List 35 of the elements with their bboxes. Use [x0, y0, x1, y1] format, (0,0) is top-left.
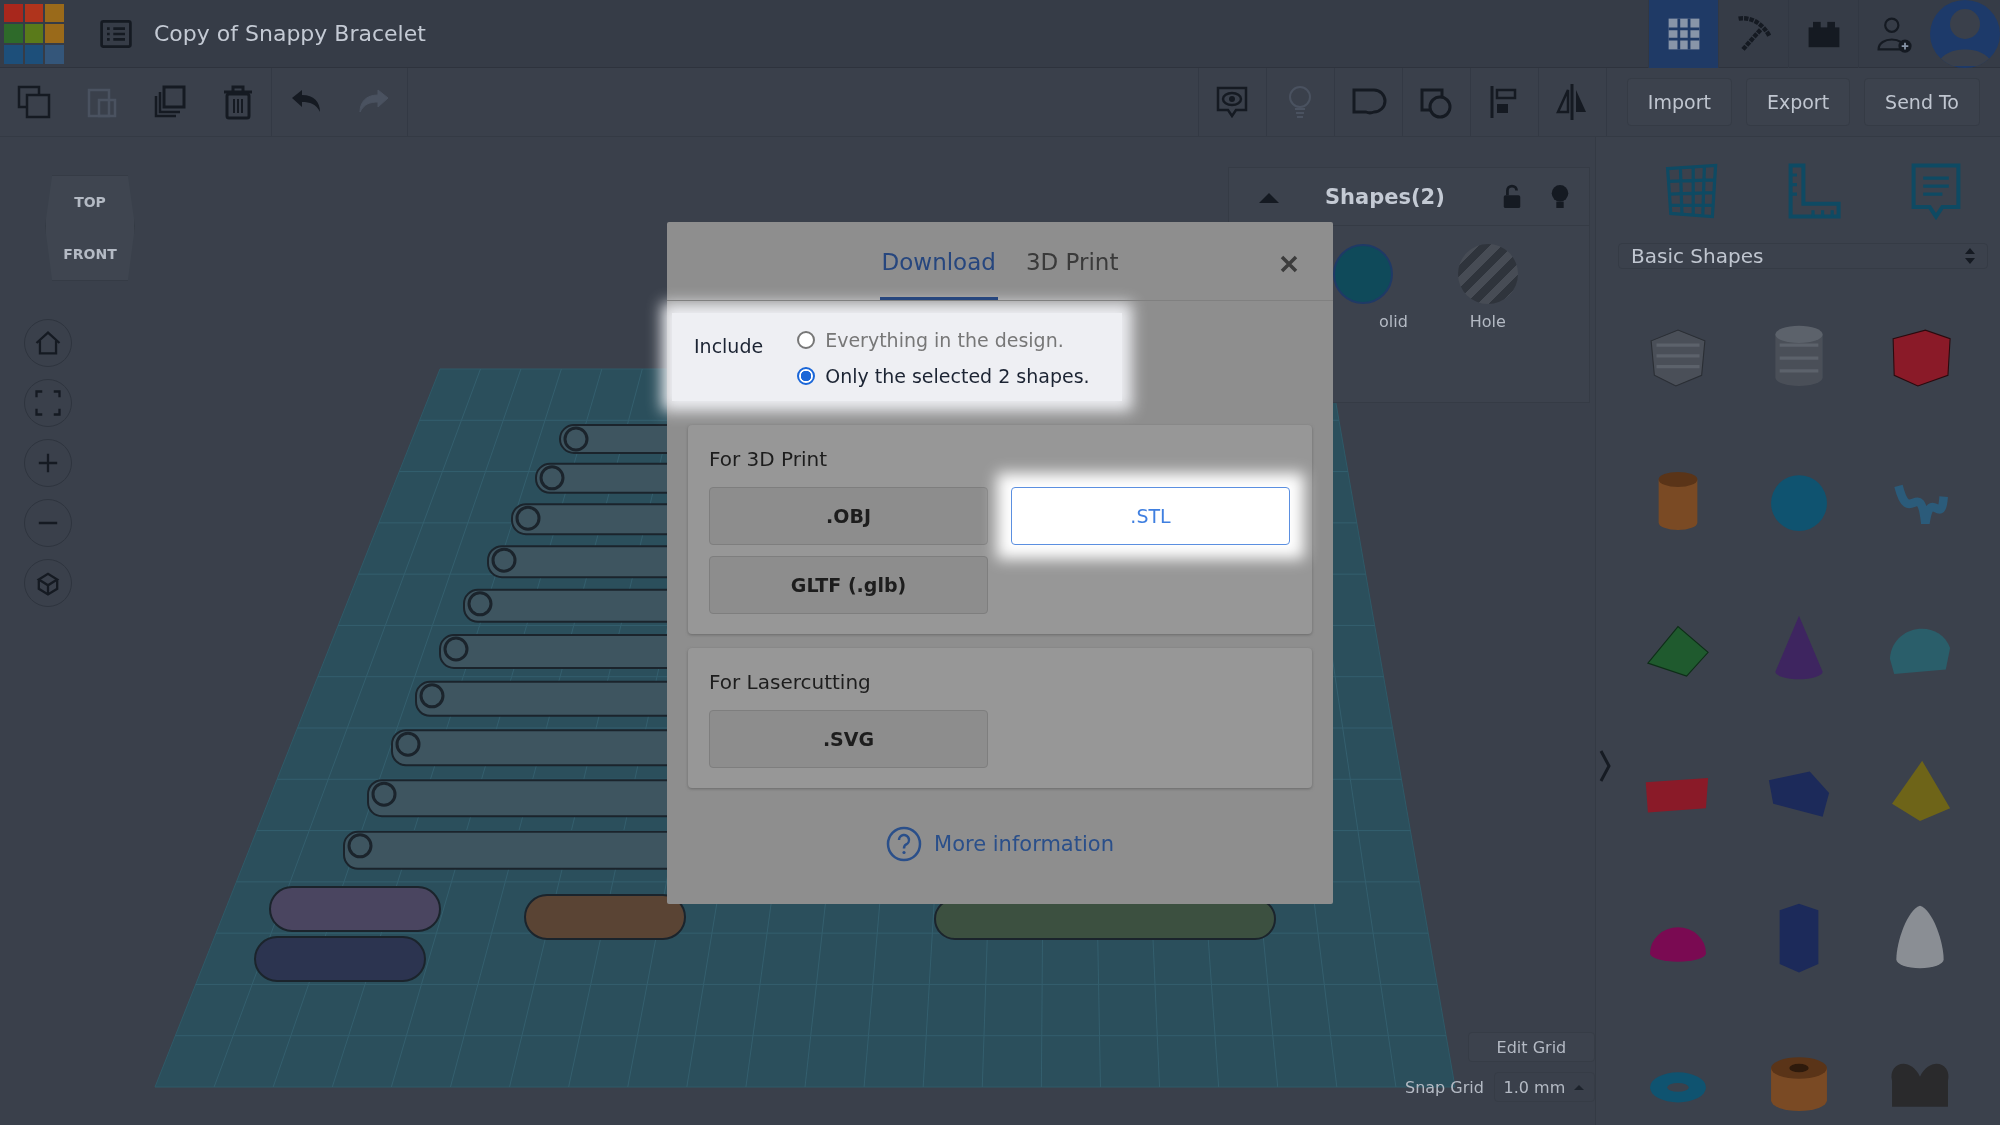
view-cube-front-label: FRONT	[63, 246, 117, 262]
format-button[interactable]: .STL	[1011, 487, 1290, 545]
option-label: Hole	[1469, 312, 1506, 331]
format-button[interactable]: .SVG	[709, 710, 988, 768]
option-label: olid	[1379, 312, 1408, 331]
panel-title: Shapes(2)	[1325, 184, 1445, 209]
section-title: For Lasercutting	[709, 670, 872, 694]
edit-grid-button[interactable]: Edit Grid	[1467, 1032, 1595, 1062]
include-label: Include	[694, 334, 764, 359]
option-label[interactable]: Only the selected 2 shapes.	[825, 365, 1090, 387]
view-cube[interactable]: TOP FRONT	[45, 175, 135, 281]
bulb-icon[interactable]	[1549, 182, 1571, 211]
radio-button[interactable]	[797, 331, 816, 349]
chevron-right-icon[interactable]	[1598, 749, 1612, 783]
toolbar-button[interactable]: Send To	[1864, 78, 1980, 126]
lock-icon[interactable]	[1501, 182, 1523, 211]
help-icon	[886, 826, 923, 862]
snap-grid-dropdown[interactable]: 1.0 mm	[1493, 1072, 1595, 1102]
design-title[interactable]: Copy of Snappy Bracelet	[154, 21, 426, 46]
format-button[interactable]: GLTF (.glb)	[709, 556, 988, 614]
avatar-icon[interactable]	[1930, 0, 2000, 68]
close-icon[interactable]	[1279, 254, 1299, 274]
dialog-tab[interactable]: 3D Print	[1023, 249, 1121, 300]
dialog-tab[interactable]: Download	[879, 249, 998, 300]
snap-grid-label: Snap Grid	[1405, 1077, 1484, 1097]
caret-icon	[1573, 1083, 1586, 1091]
logo-icon[interactable]	[2, 1, 66, 66]
toolbar-button[interactable]: Import	[1626, 78, 1732, 126]
section-title: For 3D Print	[709, 447, 829, 471]
option-label[interactable]: Everything in the design.	[825, 329, 1064, 351]
toolbar-button[interactable]: Export	[1745, 78, 1851, 126]
view-cube-top-label: TOP	[74, 194, 106, 210]
radio-button[interactable]	[797, 367, 816, 385]
category-dropdown[interactable]: Basic Shapes	[1618, 243, 1988, 269]
format-button[interactable]: .OBJ	[709, 487, 988, 545]
